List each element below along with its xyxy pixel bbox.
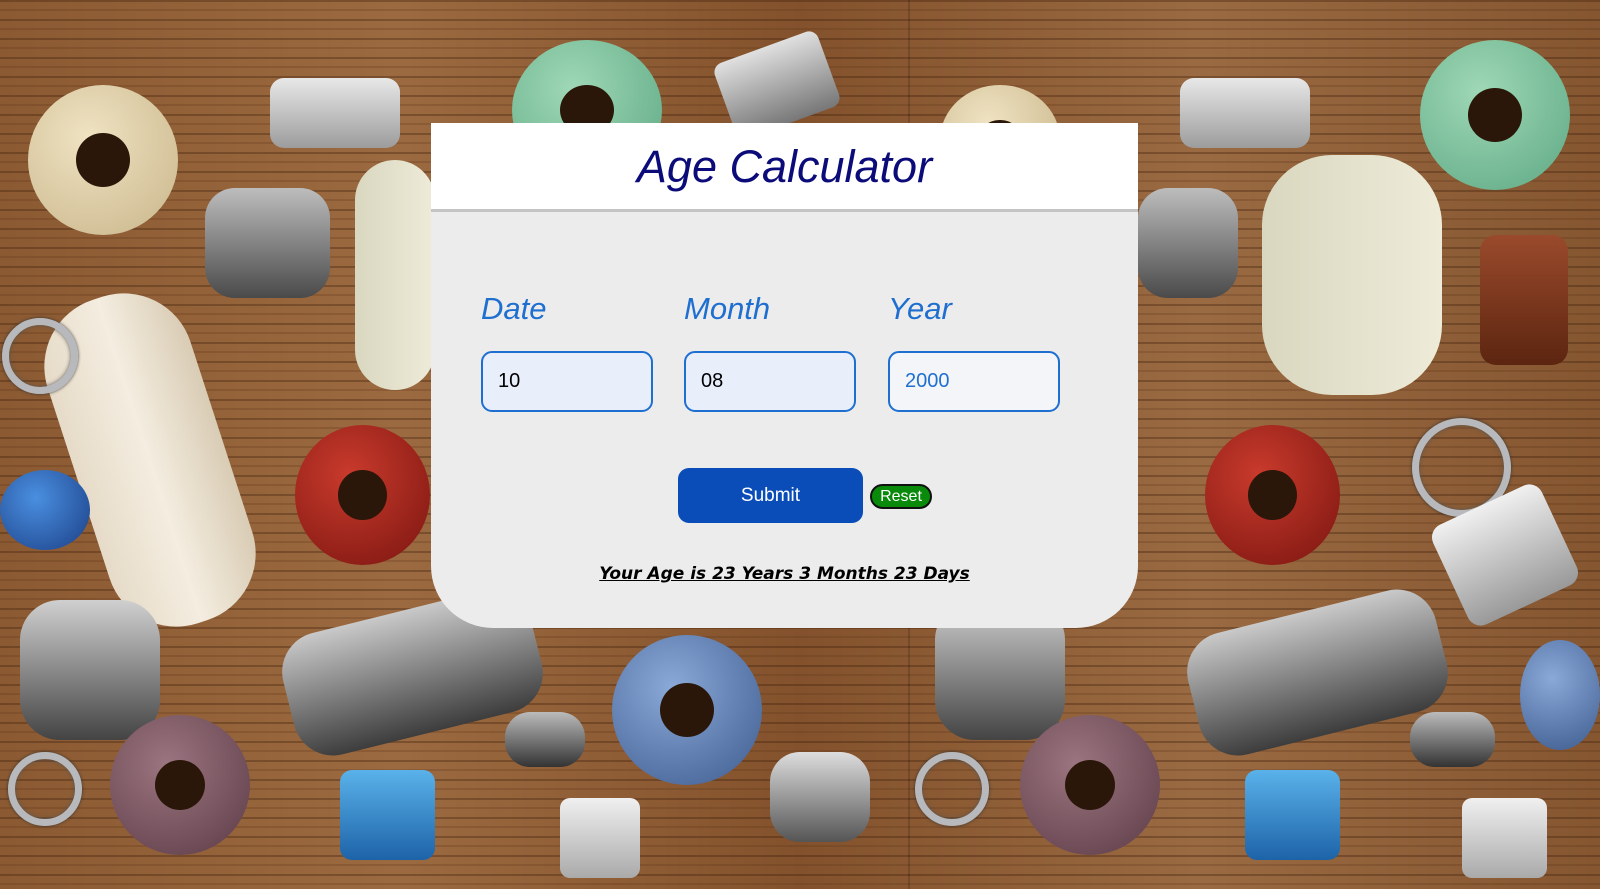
- page-title: Age Calculator: [636, 141, 933, 192]
- bead-decoration: [915, 752, 989, 826]
- bead-decoration: [1180, 78, 1310, 148]
- bead-decoration: [340, 770, 435, 860]
- date-input[interactable]: [481, 351, 653, 412]
- card-header: Age Calculator: [431, 123, 1138, 212]
- bead-decoration: [205, 188, 330, 298]
- age-calculator-card: Age Calculator Date Month Year Submit Re…: [431, 123, 1138, 628]
- year-field-group: Year: [888, 291, 1062, 412]
- bead-decoration: [0, 470, 90, 550]
- bead-decoration: [1245, 770, 1340, 860]
- bead-decoration: [270, 78, 400, 148]
- month-input[interactable]: [684, 351, 856, 412]
- bead-decoration: [1520, 640, 1600, 750]
- reset-button[interactable]: Reset: [870, 484, 932, 509]
- bead-decoration: [295, 425, 430, 565]
- bead-decoration: [1205, 425, 1340, 565]
- bead-decoration: [110, 715, 250, 855]
- age-result-text: Your Age is 23 Years 3 Months 23 Days: [599, 564, 970, 584]
- bead-decoration: [612, 635, 762, 785]
- bead-decoration: [505, 712, 585, 767]
- bead-decoration: [1020, 715, 1160, 855]
- date-label: Date: [481, 291, 547, 326]
- bead-decoration: [28, 85, 178, 235]
- month-label: Month: [684, 291, 771, 326]
- bead-decoration: [1138, 188, 1238, 298]
- month-field-group: Month: [684, 291, 858, 412]
- bead-decoration: [1480, 235, 1568, 365]
- year-label: Year: [888, 291, 952, 326]
- bead-decoration: [560, 798, 640, 878]
- date-field-group: Date: [481, 291, 655, 412]
- bead-decoration: [1410, 712, 1495, 767]
- bead-decoration: [355, 160, 435, 390]
- year-input[interactable]: [888, 351, 1060, 412]
- bead-decoration: [1462, 798, 1547, 878]
- bead-decoration: [8, 752, 82, 826]
- bead-decoration: [20, 600, 160, 740]
- bead-decoration: [1262, 155, 1442, 395]
- submit-button[interactable]: Submit: [678, 468, 863, 523]
- bead-decoration: [1420, 40, 1570, 190]
- bead-decoration: [2, 318, 78, 394]
- bead-decoration: [770, 752, 870, 842]
